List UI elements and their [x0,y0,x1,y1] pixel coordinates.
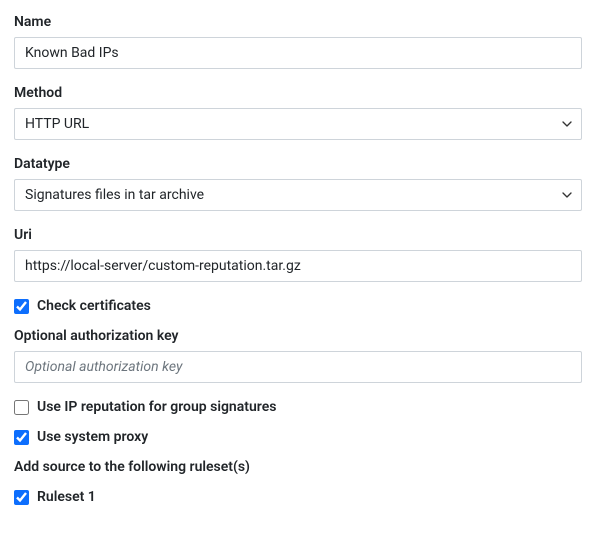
name-input[interactable] [14,37,582,69]
ruleset-1-row: Ruleset 1 [14,489,582,505]
uri-label: Uri [14,227,582,243]
use-ip-reputation-checkbox[interactable] [14,400,29,415]
use-system-proxy-label: Use system proxy [37,429,148,445]
uri-input[interactable] [14,250,582,282]
check-certificates-checkbox[interactable] [14,299,29,314]
auth-key-group: Optional authorization key [14,328,582,383]
ruleset-1-label: Ruleset 1 [37,489,96,505]
ruleset-1-checkbox[interactable] [14,490,29,505]
method-label: Method [14,85,582,101]
uri-group: Uri [14,227,582,282]
auth-key-input[interactable] [14,351,582,383]
check-certificates-row: Check certificates [14,298,582,314]
datatype-select[interactable]: Signatures files in tar archive [14,179,582,211]
check-certificates-label: Check certificates [37,298,151,314]
name-label: Name [14,14,582,30]
use-ip-reputation-row: Use IP reputation for group signatures [14,399,582,415]
method-select[interactable]: HTTP URL [14,108,582,140]
use-system-proxy-checkbox[interactable] [14,430,29,445]
auth-key-label: Optional authorization key [14,328,582,344]
use-ip-reputation-label: Use IP reputation for group signatures [37,399,276,415]
datatype-label: Datatype [14,156,582,172]
use-system-proxy-row: Use system proxy [14,429,582,445]
method-group: Method HTTP URL [14,85,582,140]
ruleset-heading: Add source to the following ruleset(s) [14,459,582,475]
datatype-group: Datatype Signatures files in tar archive [14,156,582,211]
name-group: Name [14,14,582,69]
